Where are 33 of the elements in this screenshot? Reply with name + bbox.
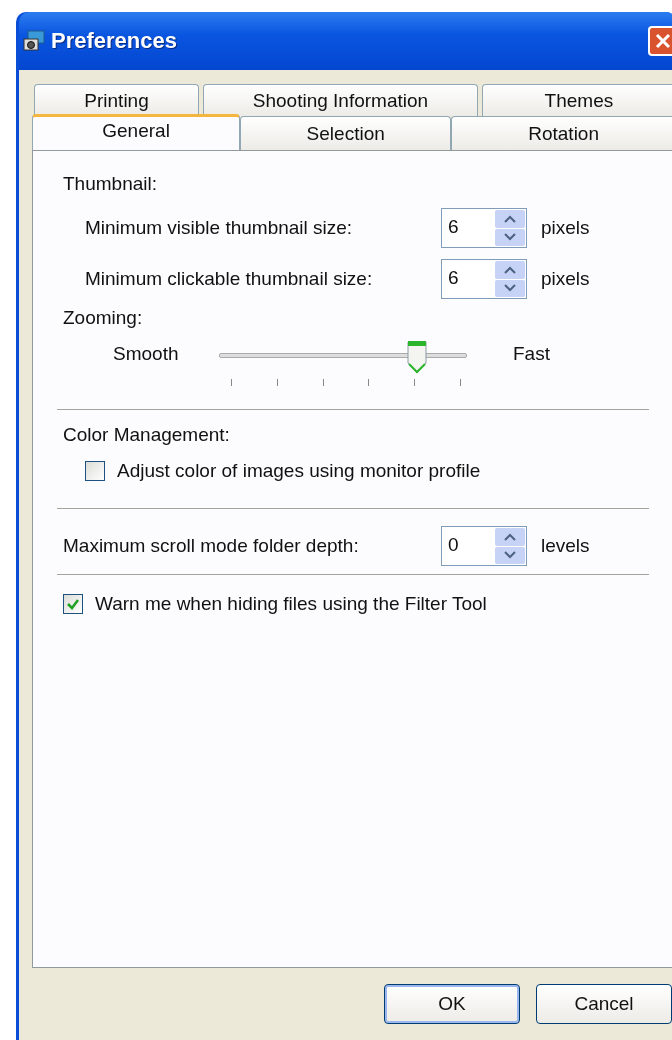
checkbox-label[interactable]: Adjust color of images using monitor profile (117, 460, 481, 482)
camera-icon (23, 30, 45, 52)
cancel-button[interactable]: Cancel (536, 984, 672, 1024)
checkbox-label[interactable]: Warn me when hiding files using the Filter Tool (95, 593, 487, 615)
tab[interactable]: Selection (240, 116, 452, 150)
close-button[interactable] (648, 26, 672, 56)
slider-max-label: Fast (513, 342, 550, 365)
unit-label: pixels (541, 268, 590, 290)
field-label: Maximum scroll mode folder depth: (63, 535, 360, 557)
spinner-field[interactable]: 6 (441, 208, 527, 248)
tab[interactable]: Printing (34, 84, 200, 116)
section-heading: Zooming: (63, 307, 144, 329)
section-heading: Thumbnail: (63, 173, 158, 195)
slider-thumb[interactable] (406, 339, 429, 375)
tab[interactable]: Shooting Information (203, 84, 478, 116)
checkbox[interactable] (85, 461, 105, 481)
field-label: Minimum visible thumbnail size: (85, 217, 354, 239)
ok-button[interactable]: OK (384, 984, 520, 1024)
field-label: Minimum clickable thumbnail size: (85, 268, 374, 290)
tab[interactable]: Themes (481, 84, 672, 116)
tab[interactable]: Rotation (451, 116, 672, 150)
spinner-field[interactable]: 6 (441, 259, 527, 299)
checkbox[interactable] (63, 594, 83, 614)
zoom-slider[interactable] (219, 339, 467, 389)
window-title: Preferences (51, 28, 177, 54)
spinner-field[interactable]: 0 (441, 526, 527, 566)
slider-min-label: Smooth (113, 342, 180, 365)
tab[interactable]: General (32, 114, 241, 150)
unit-label: levels (541, 535, 590, 557)
section-heading: Color Management: (63, 424, 231, 446)
unit-label: pixels (541, 217, 590, 239)
checkmark-icon (66, 597, 80, 611)
close-icon (654, 32, 672, 50)
